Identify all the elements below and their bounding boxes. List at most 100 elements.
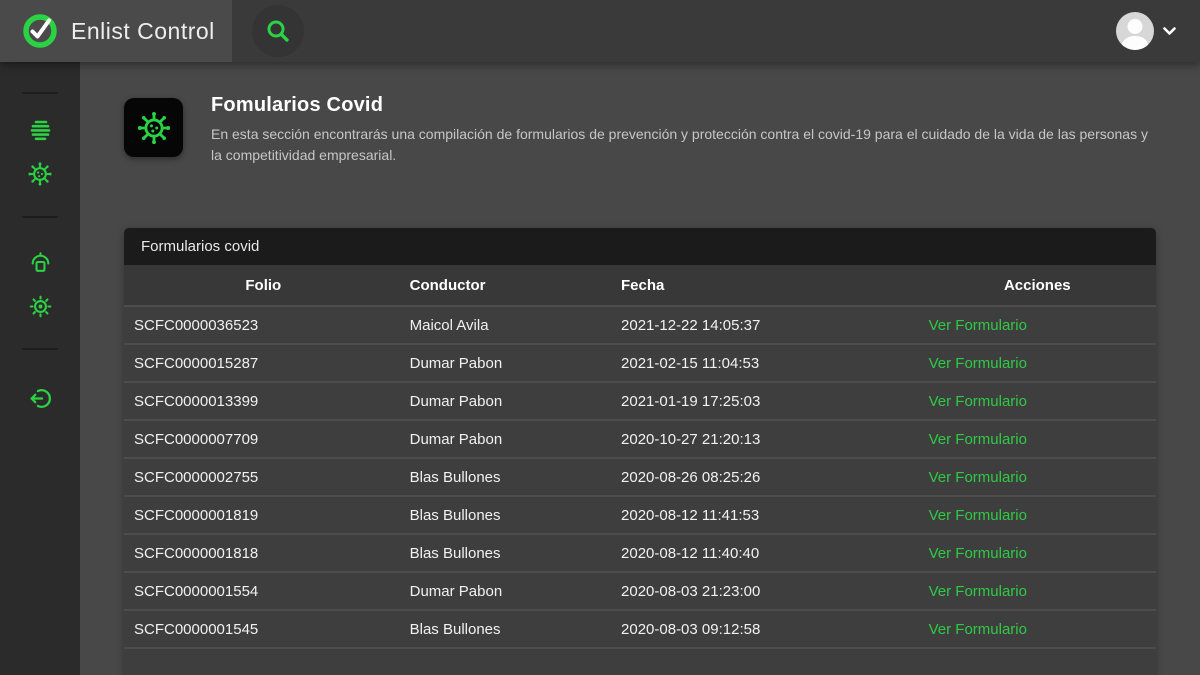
table-body: SCFC0000036523Maicol Avila2021-12-22 14:… [124, 306, 1156, 675]
page-header: Fomularios Covid En esta sección encontr… [124, 98, 1156, 166]
table-row: SCFC0000001819Blas Bullones2020-08-12 11… [124, 496, 1156, 534]
folio-cell: SCFC0000036523 [124, 306, 403, 344]
sidebar-divider [22, 92, 58, 94]
table-row: SCFC0000015287Dumar Pabon2021-02-15 11:0… [124, 344, 1156, 382]
ver-formulario-link[interactable]: Ver Formulario [929, 583, 1027, 600]
brand-name: Enlist Control [71, 18, 215, 45]
sidebar-item-forms[interactable] [23, 116, 57, 144]
column-header-conductor: Conductor [403, 265, 609, 306]
acciones-cell: Ver Formulario [919, 610, 1156, 648]
acciones-cell: Ver Formulario [919, 572, 1156, 610]
conductor-cell: Dumar Pabon [403, 420, 609, 458]
acciones-cell: Ver Formulario [919, 420, 1156, 458]
empty-cell [919, 648, 1156, 675]
sidebar-item-settings[interactable] [23, 292, 57, 320]
conductor-cell: Blas Bullones [403, 534, 609, 572]
ver-formulario-link[interactable]: Ver Formulario [929, 469, 1027, 486]
folio-cell: SCFC0000001818 [124, 534, 403, 572]
fecha-cell: 2021-01-19 17:25:03 [609, 382, 919, 420]
empty-cell [124, 648, 403, 675]
ver-formulario-link[interactable]: Ver Formulario [929, 507, 1027, 524]
table-row: SCFC0000007709Dumar Pabon2020-10-27 21:2… [124, 420, 1156, 458]
fecha-cell: 2020-08-03 21:23:00 [609, 572, 919, 610]
table-row: SCFC0000036523Maicol Avila2021-12-22 14:… [124, 306, 1156, 344]
fecha-cell: 2020-08-12 11:41:53 [609, 496, 919, 534]
chevron-down-icon[interactable] [1163, 27, 1176, 36]
conductor-cell: Maicol Avila [403, 306, 609, 344]
acciones-cell: Ver Formulario [919, 458, 1156, 496]
sidebar-item-covid[interactable] [23, 160, 57, 188]
brand[interactable]: Enlist Control [0, 0, 232, 62]
sidebar-item-logout[interactable] [23, 384, 57, 412]
fecha-cell: 2020-08-03 09:12:58 [609, 610, 919, 648]
sidebar-divider [22, 348, 58, 350]
column-header-folio: Folio [124, 265, 403, 306]
check-circle-logo-icon [21, 12, 59, 50]
conductor-cell: Dumar Pabon [403, 382, 609, 420]
folio-cell: SCFC0000002755 [124, 458, 403, 496]
logout-icon [28, 386, 53, 411]
fecha-cell: 2020-10-27 21:20:13 [609, 420, 919, 458]
search-button[interactable] [252, 5, 304, 57]
ver-formulario-link[interactable]: Ver Formulario [929, 317, 1027, 334]
folio-cell: SCFC0000007709 [124, 420, 403, 458]
fecha-cell: 2021-02-15 11:04:53 [609, 344, 919, 382]
conductor-cell: Dumar Pabon [403, 572, 609, 610]
magnifier-icon [265, 18, 291, 44]
ver-formulario-link[interactable]: Ver Formulario [929, 545, 1027, 562]
acciones-cell: Ver Formulario [919, 382, 1156, 420]
table-head: Folio Conductor Fecha Acciones [124, 265, 1156, 306]
acciones-cell: Ver Formulario [919, 496, 1156, 534]
folio-cell: SCFC0000015287 [124, 344, 403, 382]
table-row: SCFC0000002755Blas Bullones2020-08-26 08… [124, 458, 1156, 496]
driver-icon [28, 250, 53, 275]
main-content: Fomularios Covid En esta sección encontr… [80, 62, 1200, 675]
empty-cell [609, 648, 919, 675]
gear-icon [28, 294, 53, 319]
ver-formulario-link[interactable]: Ver Formulario [929, 431, 1027, 448]
ver-formulario-link[interactable]: Ver Formulario [929, 355, 1027, 372]
column-header-acciones: Acciones [919, 265, 1156, 306]
ver-formulario-link[interactable]: Ver Formulario [929, 393, 1027, 410]
virus-icon [27, 161, 53, 187]
table-row: SCFC0000001554Dumar Pabon2020-08-03 21:2… [124, 572, 1156, 610]
card-title: Formularios covid [141, 238, 259, 255]
virus-icon [136, 110, 172, 146]
conductor-cell: Dumar Pabon [403, 344, 609, 382]
conductor-cell: Blas Bullones [403, 610, 609, 648]
covid-section-badge [124, 98, 183, 157]
fecha-cell: 2020-08-12 11:40:40 [609, 534, 919, 572]
empty-cell [403, 648, 609, 675]
acciones-cell: Ver Formulario [919, 344, 1156, 382]
main-layout: Fomularios Covid En esta sección encontr… [0, 62, 1200, 675]
forms-card: Formularios covid Folio Conductor Fecha … [124, 228, 1156, 675]
stream-list-icon [27, 117, 53, 143]
ver-formulario-link[interactable]: Ver Formulario [929, 621, 1027, 638]
sidebar-divider [22, 216, 58, 218]
app-viewport: Enlist Control [0, 0, 1200, 675]
folio-cell: SCFC0000001545 [124, 610, 403, 648]
sidebar-item-drivers[interactable] [23, 248, 57, 276]
card-header: Formularios covid [124, 228, 1156, 265]
table-row: SCFC0000001545Blas Bullones2020-08-03 09… [124, 610, 1156, 648]
folio-cell: SCFC0000001819 [124, 496, 403, 534]
fecha-cell: 2021-12-22 14:05:37 [609, 306, 919, 344]
folio-cell: SCFC0000001554 [124, 572, 403, 610]
user-menu[interactable] [1116, 12, 1176, 50]
page-title: Fomularios Covid [211, 94, 1156, 117]
sidebar [0, 62, 80, 675]
acciones-cell: Ver Formulario [919, 306, 1156, 344]
table-row-partial [124, 648, 1156, 675]
fecha-cell: 2020-08-26 08:25:26 [609, 458, 919, 496]
folio-cell: SCFC0000013399 [124, 382, 403, 420]
table-row: SCFC0000013399Dumar Pabon2021-01-19 17:2… [124, 382, 1156, 420]
column-header-fecha: Fecha [609, 265, 919, 306]
navbar-main [232, 0, 1200, 62]
conductor-cell: Blas Bullones [403, 458, 609, 496]
page-description: En esta sección encontrarás una compilac… [211, 124, 1156, 166]
table-header-row: Folio Conductor Fecha Acciones [124, 265, 1156, 306]
conductor-cell: Blas Bullones [403, 496, 609, 534]
avatar[interactable] [1116, 12, 1154, 50]
page-header-text: Fomularios Covid En esta sección encontr… [211, 94, 1156, 166]
forms-table: Folio Conductor Fecha Acciones SCFC00000… [124, 265, 1156, 675]
